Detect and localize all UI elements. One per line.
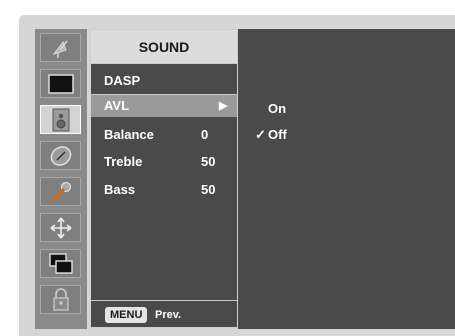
menu-footer: MENU Prev. — [91, 300, 237, 327]
menu-item-label: DASP — [104, 73, 141, 88]
picture-icon[interactable] — [40, 69, 81, 98]
menu-item-label: Bass — [104, 182, 136, 197]
option-on[interactable]: On — [268, 101, 286, 116]
menu-item-avl[interactable]: AVL ▶ — [91, 95, 237, 117]
menu-item-dasp[interactable]: DASP — [91, 70, 237, 92]
overlapping-screens-icon[interactable] — [40, 249, 81, 278]
submenu-arrow-icon: ▶ — [219, 100, 228, 112]
category-icon-bar — [35, 29, 87, 329]
clock-icon[interactable] — [40, 141, 81, 170]
menu-item-bass[interactable]: Bass 50 — [91, 179, 237, 201]
avl-submenu: On ✓ Off — [238, 29, 455, 329]
menu-item-value: 50 — [201, 182, 216, 197]
menu-item-balance[interactable]: Balance 0 — [91, 124, 237, 146]
menu-item-treble[interactable]: Treble 50 — [91, 151, 237, 173]
menu-item-label: Balance — [104, 127, 154, 142]
speaker-icon[interactable] — [40, 105, 81, 134]
menu-item-label: AVL — [104, 98, 130, 113]
move-arrows-icon[interactable] — [40, 213, 81, 242]
menu-item-label: Treble — [104, 154, 143, 169]
menu-button[interactable]: MENU — [105, 307, 148, 323]
check-icon: ✓ — [255, 127, 266, 142]
wrench-icon[interactable] — [40, 177, 81, 206]
satellite-dish-icon[interactable] — [40, 33, 81, 62]
menu-item-value: 0 — [201, 127, 209, 142]
prev-label: Prev. — [155, 309, 182, 321]
menu-title: SOUND — [91, 30, 237, 63]
sound-menu: SOUND DASP AVL ▶ Balance 0 Treble 50 Bas… — [90, 29, 238, 328]
option-off[interactable]: Off — [268, 127, 287, 142]
divider — [91, 63, 237, 64]
lock-icon[interactable] — [40, 285, 81, 314]
menu-item-value: 50 — [201, 154, 216, 169]
